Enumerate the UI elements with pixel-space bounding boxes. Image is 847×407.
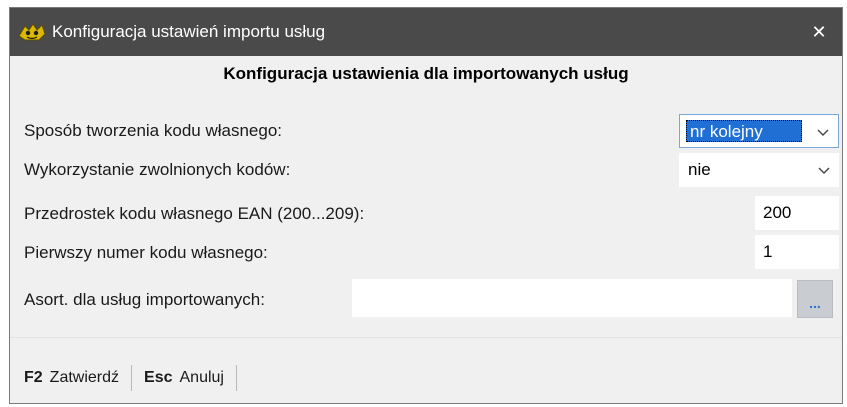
close-button[interactable]: ✕ bbox=[796, 8, 842, 56]
confirm-key: F2 bbox=[24, 369, 43, 386]
reuse-codes-value: nie bbox=[688, 160, 711, 179]
cancel-action[interactable]: Esc Anuluj bbox=[144, 369, 224, 387]
assortment-input[interactable] bbox=[352, 279, 792, 317]
toolbar-separator bbox=[131, 365, 133, 391]
cancel-key: Esc bbox=[144, 369, 173, 386]
footer-divider bbox=[10, 337, 842, 338]
app-icon bbox=[17, 22, 47, 42]
first-number-input[interactable]: 1 bbox=[755, 235, 839, 269]
form-header: Konfiguracja ustawienia dla importowanyc… bbox=[223, 64, 629, 83]
dialog-window: Konfiguracja ustawień importu usług ✕ Ko… bbox=[9, 7, 843, 404]
title-bar: Konfiguracja ustawień importu usług ✕ bbox=[10, 8, 842, 56]
footer-toolbar: F2 Zatwierdź Esc Anuluj bbox=[24, 365, 249, 391]
browse-button[interactable]: ... bbox=[797, 280, 833, 318]
code-method-select[interactable]: nr kolejny bbox=[679, 114, 839, 148]
code-method-label: Sposób tworzenia kodu własnego: bbox=[24, 121, 282, 140]
close-icon: ✕ bbox=[811, 21, 827, 42]
chevron-down-icon bbox=[817, 129, 829, 136]
window-title: Konfiguracja ustawień importu usług bbox=[52, 22, 326, 41]
assortment-label: Asort. dla usług importowanych: bbox=[24, 290, 265, 309]
confirm-label: Zatwierdź bbox=[49, 369, 120, 386]
confirm-action[interactable]: F2 Zatwierdź bbox=[24, 369, 119, 387]
cancel-label: Anuluj bbox=[179, 369, 224, 386]
code-method-value: nr kolejny bbox=[686, 120, 802, 142]
reuse-codes-label: Wykorzystanie zwolnionych kodów: bbox=[24, 160, 291, 179]
toolbar-separator bbox=[235, 365, 237, 391]
chevron-down-icon bbox=[818, 167, 830, 174]
reuse-codes-select[interactable]: nie bbox=[679, 153, 839, 187]
first-number-label: Pierwszy numer kodu własnego: bbox=[24, 243, 268, 262]
ean-prefix-label: Przedrostek kodu własnego EAN (200...209… bbox=[24, 204, 365, 223]
ean-prefix-input[interactable]: 200 bbox=[755, 196, 839, 230]
